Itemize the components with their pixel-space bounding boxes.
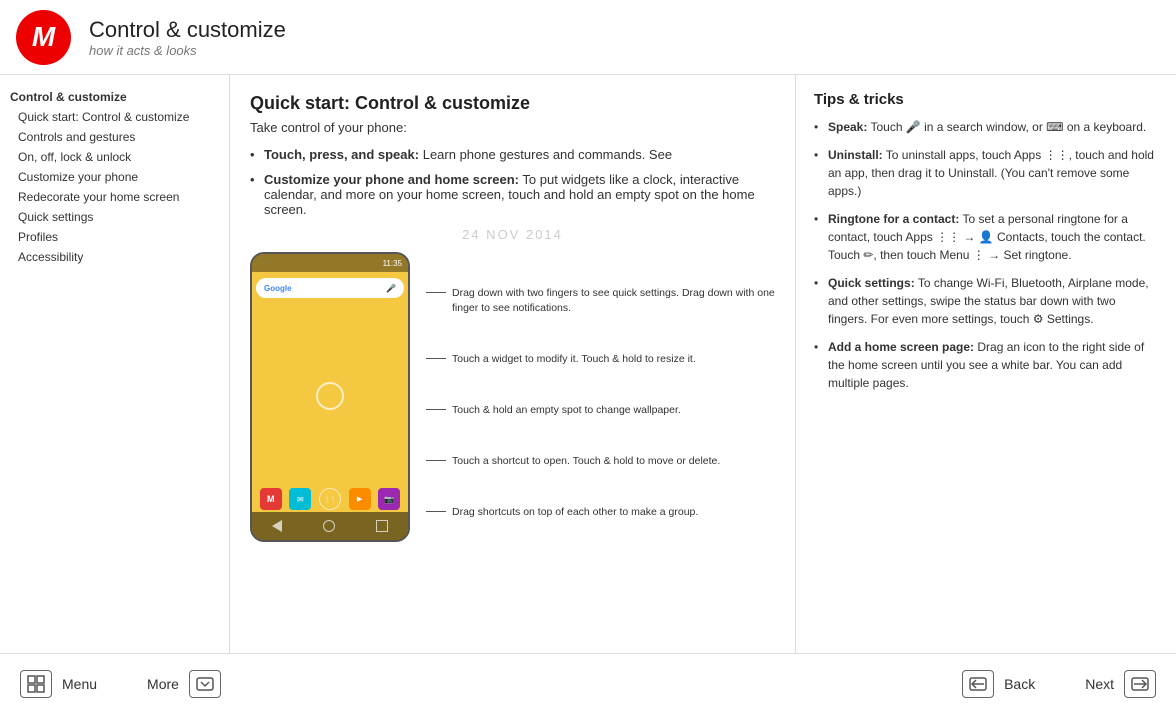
bullet-1-text: Learn phone gestures and commands. See — [423, 147, 672, 162]
sidebar-item-control-customize[interactable]: Control & customize — [0, 87, 229, 107]
callout-text-3: Touch & hold an empty spot to change wal… — [452, 403, 681, 418]
bullet-1: Touch, press, and speak: Learn phone ges… — [250, 147, 775, 162]
footer: Menu More Back Next — [0, 653, 1176, 713]
callout-text-5: Drag shortcuts on top of each other to m… — [452, 505, 698, 520]
bullet-2-bold: Customize your phone and home screen: — [264, 172, 519, 187]
phone-recents-nav — [376, 520, 388, 532]
page-title: Control & customize — [89, 17, 286, 43]
tip-3-bold: Ringtone for a contact: — [828, 212, 959, 226]
phone-circle-button — [316, 382, 344, 410]
tip-1: Speak: Touch 🎤 in a search window, or ⌨ … — [814, 118, 1158, 136]
tip-5-bold: Add a home screen page: — [828, 340, 974, 354]
bullets-list: Touch, press, and speak: Learn phone ges… — [250, 147, 775, 217]
tip-2-bold: Uninstall: — [828, 148, 883, 162]
sidebar-item-controls-gestures[interactable]: Controls and gestures — [0, 127, 229, 147]
bullet-1-bold: Touch, press, and speak: — [264, 147, 419, 162]
menu-button[interactable]: Menu — [10, 664, 107, 704]
bullet-2: Customize your phone and home screen: To… — [250, 172, 775, 217]
section-title: Quick start: Control & customize — [250, 93, 775, 114]
tips-list: Speak: Touch 🎤 in a search window, or ⌨ … — [814, 118, 1158, 392]
motorola-logo: M — [16, 10, 71, 65]
header: M Control & customize how it acts & look… — [0, 0, 1176, 75]
phone-nav-bar — [252, 512, 408, 540]
next-label: Next — [1085, 676, 1114, 692]
section-subtitle: Take control of your phone: — [250, 120, 775, 135]
mic-icon: 🎤 — [386, 284, 396, 293]
more-button[interactable]: More — [137, 664, 231, 704]
tip-3: Ringtone for a contact: To set a persona… — [814, 210, 1158, 264]
sidebar-item-customize-phone[interactable]: Customize your phone — [0, 167, 229, 187]
middle-panel: Quick start: Control & customize Take co… — [230, 75, 796, 653]
callout-line-1 — [426, 292, 446, 293]
main-container: Control & customize Quick start: Control… — [0, 75, 1176, 653]
sidebar: Control & customize Quick start: Control… — [0, 75, 230, 653]
back-button[interactable]: Back — [952, 664, 1045, 704]
tip-4: Quick settings: To change Wi-Fi, Bluetoo… — [814, 274, 1158, 328]
right-panel: Tips & tricks Speak: Touch 🎤 in a search… — [796, 75, 1176, 653]
phone-app-store: ▶ — [349, 488, 371, 510]
tip-2: Uninstall: To uninstall apps, touch Apps… — [814, 146, 1158, 200]
callout-text-1: Drag down with two fingers to see quick … — [452, 286, 775, 315]
phone-status-bar: 11:35 — [252, 254, 408, 272]
next-button[interactable]: Next — [1075, 664, 1166, 704]
tip-5: Add a home screen page: Drag an icon to … — [814, 338, 1158, 392]
menu-icon — [20, 670, 52, 698]
phone-back-nav — [272, 520, 282, 532]
tips-heading: Tips & tricks — [814, 91, 1158, 108]
tip-1-bold: Speak: — [828, 120, 867, 134]
more-icon — [189, 670, 221, 698]
phone-google-bar: Google 🎤 — [256, 278, 404, 298]
phone-app-camera: 📷 — [378, 488, 400, 510]
back-label: Back — [1004, 676, 1035, 692]
google-text: Google — [264, 284, 292, 293]
date-watermark: 24 NOV 2014 — [250, 227, 775, 242]
page-subtitle: how it acts & looks — [89, 43, 286, 58]
phone-bottom-icons: M ✉ ⋮⋮ ▶ 📷 — [252, 488, 408, 510]
phone-app-dots: ⋮⋮ — [319, 488, 341, 510]
phone-home-nav — [323, 520, 335, 532]
callout-item-3: Touch & hold an empty spot to change wal… — [426, 403, 775, 418]
content-area: Quick start: Control & customize Take co… — [230, 75, 1176, 653]
sidebar-item-profiles[interactable]: Profiles — [0, 227, 229, 247]
menu-label: Menu — [62, 676, 97, 692]
callout-line-4 — [426, 460, 446, 461]
callout-item-1: Drag down with two fingers to see quick … — [426, 286, 775, 315]
callout-item-4: Touch a shortcut to open. Touch & hold t… — [426, 454, 775, 469]
callout-text-4: Touch a shortcut to open. Touch & hold t… — [452, 454, 720, 469]
header-text: Control & customize how it acts & looks — [89, 17, 286, 58]
callout-line-2 — [426, 358, 446, 359]
sidebar-item-quick-settings[interactable]: Quick settings — [0, 207, 229, 227]
phone-diagram: 11:35 Google 🎤 M ✉ ⋮⋮ — [250, 252, 775, 542]
callout-item-2: Touch a widget to modify it. Touch & hol… — [426, 352, 775, 367]
phone-time: 11:35 — [383, 259, 402, 268]
back-icon — [962, 670, 994, 698]
next-icon — [1124, 670, 1156, 698]
phone-mockup: 11:35 Google 🎤 M ✉ ⋮⋮ — [250, 252, 410, 542]
phone-app-gmail: M — [260, 488, 282, 510]
sidebar-item-quick-start[interactable]: Quick start: Control & customize — [0, 107, 229, 127]
phone-app-messenger: ✉ — [289, 488, 311, 510]
callout-line-5 — [426, 511, 446, 512]
tip-4-bold: Quick settings: — [828, 276, 915, 290]
sidebar-item-redecorate[interactable]: Redecorate your home screen — [0, 187, 229, 207]
sidebar-item-accessibility[interactable]: Accessibility — [0, 247, 229, 267]
logo-m: M — [32, 21, 55, 53]
tip-1-text: Touch 🎤 in a search window, or ⌨ on a ke… — [870, 120, 1146, 134]
callout-line-3 — [426, 409, 446, 410]
callout-item-5: Drag shortcuts on top of each other to m… — [426, 505, 775, 520]
sidebar-item-on-off-lock[interactable]: On, off, lock & unlock — [0, 147, 229, 167]
callout-lines: Drag down with two fingers to see quick … — [426, 252, 775, 542]
callout-text-2: Touch a widget to modify it. Touch & hol… — [452, 352, 696, 367]
more-label: More — [147, 676, 179, 692]
phone-screen: Google 🎤 — [252, 278, 408, 514]
